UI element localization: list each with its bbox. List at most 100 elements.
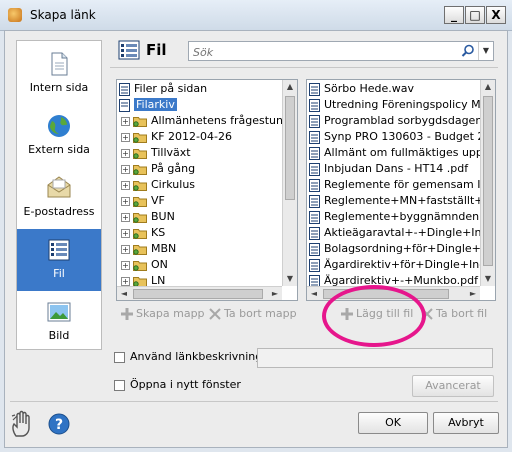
folder-icon xyxy=(133,212,147,223)
open-new-window-checkbox[interactable] xyxy=(114,380,125,391)
sidebar-item-bild[interactable]: Bild xyxy=(17,291,101,353)
tree-folder-item[interactable]: + Tillväxt xyxy=(121,145,191,161)
help-icon[interactable]: ? xyxy=(48,413,70,435)
folder-tree: Filer på sidan Filarkiv + Allmänhetens fr… xyxy=(116,79,298,301)
file-list-item[interactable]: Inbjudan Dans - HT14 .pdf xyxy=(309,161,468,177)
document-icon xyxy=(309,178,320,192)
scroll-left-icon[interactable]: ◄ xyxy=(117,287,131,300)
scroll-thumb[interactable] xyxy=(483,96,493,266)
file-list-item[interactable]: Reglemente+byggnämnden+ xyxy=(309,209,488,225)
tree-folder-item[interactable]: + VF xyxy=(121,193,165,209)
scroll-up-icon[interactable]: ▲ xyxy=(283,80,297,94)
expand-icon[interactable]: + xyxy=(121,276,130,286)
document-icon xyxy=(309,130,320,144)
tree-item-filarkiv[interactable]: Filarkiv xyxy=(119,97,177,113)
tree-folder-item[interactable]: + KF 2012-04-26 xyxy=(121,129,232,145)
use-description-checkbox[interactable] xyxy=(114,352,125,363)
ok-button[interactable]: OK xyxy=(358,412,428,434)
file-list-item[interactable]: Allmänt om fullmäktiges uppdr xyxy=(309,145,494,161)
tree-folder-item[interactable]: + Cirkulus xyxy=(121,177,195,193)
document-icon xyxy=(309,258,320,272)
search-input[interactable] xyxy=(191,43,465,61)
document-icon xyxy=(309,242,320,256)
link-description-field[interactable] xyxy=(257,348,493,368)
file-list-item[interactable]: Ägardirektiv+för+Dingle+Ind xyxy=(309,257,486,273)
tree-folder-item[interactable]: + Allmänhetens frågestund xyxy=(121,113,290,129)
minimize-button[interactable]: _ xyxy=(444,6,464,24)
file-list-item[interactable]: Bolagsordning+för+Dingle+In xyxy=(309,241,491,257)
expand-icon[interactable]: + xyxy=(121,260,130,270)
file-list: Sörbo Hede.wav Utredning Föreningspolicy … xyxy=(306,79,496,301)
expand-icon[interactable]: + xyxy=(121,180,130,190)
tree-folder-item[interactable]: + BUN xyxy=(121,209,175,225)
document-icon xyxy=(309,146,320,160)
folder-icon xyxy=(133,148,147,159)
tree-folder-label: ON xyxy=(151,258,168,271)
delete-file-button[interactable]: Ta bort fil xyxy=(421,305,487,323)
document-icon xyxy=(309,194,320,208)
cancel-button[interactable]: Avbryt xyxy=(433,412,499,434)
search-box: ▼ xyxy=(188,41,494,61)
scroll-down-icon[interactable]: ▼ xyxy=(283,272,297,286)
sidebar-item-label: Extern sida xyxy=(28,143,90,156)
files-vertical-scrollbar[interactable]: ▲ ▼ xyxy=(480,80,495,286)
file-list-item[interactable]: Programblad sorbygdsdagen. xyxy=(309,113,486,129)
file-name: Aktieägaravtal+-+Dingle+Ind xyxy=(324,226,489,239)
scroll-thumb[interactable] xyxy=(133,289,263,299)
close-button[interactable]: X xyxy=(486,6,506,24)
expand-icon[interactable]: + xyxy=(121,164,130,174)
tree-horizontal-scrollbar[interactable]: ◄ ► xyxy=(117,286,282,300)
file-list-icon xyxy=(119,82,130,96)
expand-icon[interactable]: + xyxy=(121,212,130,222)
file-list-item[interactable]: Sörbo Hede.wav xyxy=(309,81,414,97)
create-folder-button[interactable]: Skapa mapp xyxy=(121,305,205,323)
help-hand-icon xyxy=(10,410,40,438)
scroll-thumb[interactable] xyxy=(285,96,295,200)
open-new-window-label: Öppna i nytt fönster xyxy=(130,378,241,391)
tree-vertical-scrollbar[interactable]: ▲ ▼ xyxy=(282,80,297,286)
sidebar-item-intern-sida[interactable]: Intern sida xyxy=(17,43,101,105)
expand-icon[interactable]: + xyxy=(121,244,130,254)
expand-icon[interactable]: + xyxy=(121,132,130,142)
tree-root[interactable]: Filer på sidan xyxy=(119,81,207,97)
delete-folder-button[interactable]: Ta bort mapp xyxy=(209,305,297,323)
sidebar-item-e-postadress[interactable]: E-postadress xyxy=(17,167,101,229)
advanced-button[interactable]: Avancerat xyxy=(412,375,494,397)
tree-folder-item[interactable]: + ON xyxy=(121,257,168,273)
expand-icon[interactable]: + xyxy=(121,196,130,206)
file-list-item[interactable]: Synp PRO 130603 - Budget 2 xyxy=(309,129,484,145)
file-list-item[interactable]: Reglemente för gemensam IT xyxy=(309,177,487,193)
document-icon xyxy=(309,210,320,224)
tree-folder-label: Cirkulus xyxy=(151,178,196,191)
tree-folder-label: BUN xyxy=(151,210,175,223)
create-folder-label: Skapa mapp xyxy=(136,307,205,320)
archive-icon xyxy=(119,98,130,112)
highlight-annotation-circle xyxy=(322,285,426,347)
tree-folder-label: Tillväxt xyxy=(151,146,191,159)
scroll-down-icon[interactable]: ▼ xyxy=(481,272,495,286)
sidebar-item-fil[interactable]: Fil xyxy=(17,229,101,291)
scroll-right-icon[interactable]: ► xyxy=(466,287,480,300)
maximize-button[interactable]: □ xyxy=(465,6,485,24)
file-list-item[interactable]: Aktieägaravtal+-+Dingle+Ind xyxy=(309,225,489,241)
expand-icon[interactable]: + xyxy=(121,148,130,158)
file-name: Inbjudan Dans - HT14 .pdf xyxy=(324,162,469,175)
file-name: Reglemente+MN+fastställt+k xyxy=(324,194,490,207)
search-dropdown-icon[interactable]: ▼ xyxy=(478,42,493,60)
tree-folder-item[interactable]: + KS xyxy=(121,225,165,241)
expand-icon[interactable]: + xyxy=(121,228,130,238)
sidebar-item-extern-sida[interactable]: Extern sida xyxy=(17,105,101,167)
scroll-left-icon[interactable]: ◄ xyxy=(307,287,321,300)
scroll-right-icon[interactable]: ► xyxy=(268,287,282,300)
file-name: Reglemente för gemensam IT xyxy=(324,178,488,191)
expand-icon[interactable]: + xyxy=(121,116,130,126)
file-list-item[interactable]: Utredning Föreningspolicy Mu xyxy=(309,97,488,113)
search-icon[interactable] xyxy=(461,44,475,58)
tree-folder-item[interactable]: + På gång xyxy=(121,161,195,177)
app-icon xyxy=(8,8,22,22)
tree-root-label: Filer på sidan xyxy=(134,82,208,95)
scroll-up-icon[interactable]: ▲ xyxy=(481,80,495,94)
tree-folder-item[interactable]: + MBN xyxy=(121,241,176,257)
file-list-item[interactable]: Reglemente+MN+fastställt+k xyxy=(309,193,490,209)
folder-icon xyxy=(133,260,147,271)
